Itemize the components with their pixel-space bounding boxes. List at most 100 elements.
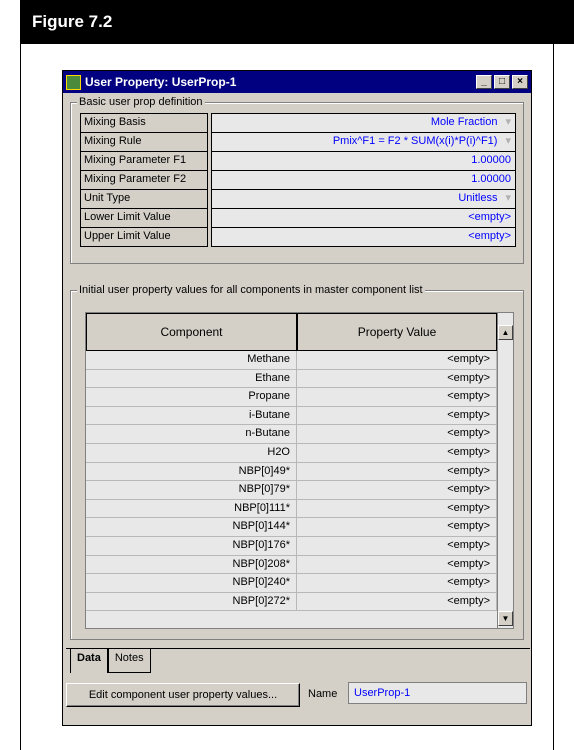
property-value-cell[interactable]: <empty> [297, 425, 497, 444]
tab-notes[interactable]: Notes [107, 649, 151, 673]
table-row[interactable]: NBP[0]272* <empty> [86, 592, 497, 612]
figure-label: Figure 7.2 [32, 12, 113, 31]
prop-value-text: 1.00000 [471, 154, 511, 166]
prop-name: Upper Limit Value [80, 227, 208, 247]
component-cell: NBP[0]49* [86, 462, 297, 482]
column-header-property-value[interactable]: Property Value [297, 313, 497, 351]
window-title: User Property: UserProp-1 [85, 75, 237, 89]
prop-value[interactable]: Unitless ▾ [211, 189, 516, 209]
name-field[interactable]: UserProp-1 [348, 682, 527, 704]
edit-component-values-button[interactable]: Edit component user property values... [66, 683, 300, 707]
prop-row: Mixing Parameter F2 1.00000 [80, 170, 516, 190]
component-cell: NBP[0]240* [86, 574, 297, 593]
prop-row: Upper Limit Value <empty> [80, 227, 516, 247]
property-value-cell[interactable]: <empty> [297, 388, 497, 407]
property-value-cell[interactable]: <empty> [297, 592, 497, 612]
component-cell: NBP[0]208* [86, 555, 297, 575]
dropdown-arrow-icon[interactable]: ▾ [505, 192, 511, 204]
property-value-cell[interactable]: <empty> [297, 555, 497, 575]
property-value-cell[interactable]: <empty> [297, 406, 497, 426]
prop-value-text: Unitless [458, 192, 498, 204]
component-cell: i-Butane [86, 406, 297, 426]
initial-group-label: Initial user property values for all com… [77, 284, 425, 296]
scroll-down-button[interactable]: ▼ [498, 611, 513, 626]
prop-value[interactable]: 1.00000 [211, 170, 516, 190]
user-property-window: User Property: UserProp-1 _ □ × Basic us… [62, 70, 532, 726]
tab-strip: Data Notes [70, 649, 151, 673]
prop-value[interactable]: <empty> [211, 227, 516, 247]
table-row[interactable]: NBP[0]240* <empty> [86, 574, 497, 593]
prop-value[interactable]: Mole Fraction ▾ [211, 113, 516, 133]
maximize-button[interactable]: □ [494, 75, 510, 89]
property-value-cell[interactable]: <empty> [297, 481, 497, 500]
table-row[interactable]: NBP[0]79* <empty> [86, 481, 497, 500]
app-icon [66, 74, 81, 90]
initial-values-group: Initial user property values for all com… [70, 284, 524, 640]
table-row[interactable]: Methane <empty> [86, 351, 497, 370]
prop-value[interactable]: 1.00000 [211, 151, 516, 171]
component-cell: H2O [86, 443, 297, 463]
property-value-cell[interactable]: <empty> [297, 518, 497, 537]
prop-value-text: <empty> [468, 230, 511, 242]
prop-name: Mixing Parameter F1 [80, 151, 208, 171]
basic-group-label: Basic user prop definition [77, 96, 205, 108]
table-row[interactable]: H2O <empty> [86, 443, 497, 463]
table-row[interactable]: NBP[0]176* <empty> [86, 536, 497, 556]
property-value-cell[interactable]: <empty> [297, 443, 497, 463]
column-header-component[interactable]: Component [86, 313, 297, 351]
prop-row: Unit Type Unitless ▾ [80, 189, 516, 209]
component-cell: NBP[0]79* [86, 481, 297, 500]
prop-name: Mixing Parameter F2 [80, 170, 208, 190]
prop-name: Lower Limit Value [80, 208, 208, 228]
component-cell: n-Butane [86, 425, 297, 444]
table-row[interactable]: i-Butane <empty> [86, 406, 497, 426]
property-value-cell[interactable]: <empty> [297, 574, 497, 593]
figure-header: Figure 7.2 [20, 0, 574, 44]
prop-value-text: 1.00000 [471, 173, 511, 185]
name-label: Name [308, 688, 338, 700]
table-row[interactable]: Propane <empty> [86, 388, 497, 407]
component-cell: NBP[0]111* [86, 499, 297, 519]
basic-prop-group: Basic user prop definition Mixing Basis M… [70, 96, 524, 264]
dropdown-arrow-icon[interactable]: ▾ [505, 116, 511, 128]
prop-name: Mixing Rule [80, 132, 208, 152]
prop-value[interactable]: <empty> [211, 208, 516, 228]
prop-name: Mixing Basis [80, 113, 208, 133]
component-cell: Ethane [86, 369, 297, 389]
dropdown-arrow-icon[interactable]: ▾ [505, 135, 511, 147]
property-value-cell[interactable]: <empty> [297, 351, 497, 370]
component-cell: Propane [86, 388, 297, 407]
prop-value[interactable]: Pmix^F1 = F2 * SUM(x(i)*P(i)^F1) ▾ [211, 132, 516, 152]
table-row[interactable]: n-Butane <empty> [86, 425, 497, 444]
prop-row: Lower Limit Value <empty> [80, 208, 516, 228]
prop-table: Mixing Basis Mole Fraction ▾ Mixing Rule Pmi… [80, 113, 516, 247]
prop-row: Mixing Parameter F1 1.00000 [80, 151, 516, 171]
prop-value-text: Mole Fraction [430, 116, 498, 128]
prop-row: Mixing Rule Pmix^F1 = F2 * SUM(x(i)*P(i)^… [80, 132, 516, 152]
component-grid: Component Property Value Methane <empty> E… [85, 312, 514, 629]
title-bar[interactable]: User Property: UserProp-1 _ □ × [63, 71, 531, 93]
table-row[interactable]: Ethane <empty> [86, 369, 497, 389]
property-value-cell[interactable]: <empty> [297, 536, 497, 556]
close-button[interactable]: × [512, 75, 528, 89]
property-value-cell[interactable]: <empty> [297, 499, 497, 519]
component-cell: NBP[0]176* [86, 536, 297, 556]
table-row[interactable]: NBP[0]111* <empty> [86, 499, 497, 519]
component-cell: Methane [86, 351, 297, 370]
prop-value-text: <empty> [468, 211, 511, 223]
scroll-up-button[interactable]: ▲ [498, 325, 513, 340]
minimize-button[interactable]: _ [476, 75, 492, 89]
grid-body: Methane <empty> Ethane <empty> Propane <empty… [86, 351, 497, 612]
component-cell: NBP[0]144* [86, 518, 297, 537]
component-cell: NBP[0]272* [86, 592, 297, 612]
tab-data[interactable]: Data [70, 649, 108, 673]
vertical-scrollbar[interactable]: ▲ ▼ [497, 313, 513, 628]
prop-name: Unit Type [80, 189, 208, 209]
table-row[interactable]: NBP[0]208* <empty> [86, 555, 497, 575]
prop-value-text: Pmix^F1 = F2 * SUM(x(i)*P(i)^F1) [332, 135, 498, 147]
property-value-cell[interactable]: <empty> [297, 462, 497, 482]
property-value-cell[interactable]: <empty> [297, 369, 497, 389]
grid-header: Component Property Value [86, 313, 497, 351]
table-row[interactable]: NBP[0]49* <empty> [86, 462, 497, 482]
table-row[interactable]: NBP[0]144* <empty> [86, 518, 497, 537]
